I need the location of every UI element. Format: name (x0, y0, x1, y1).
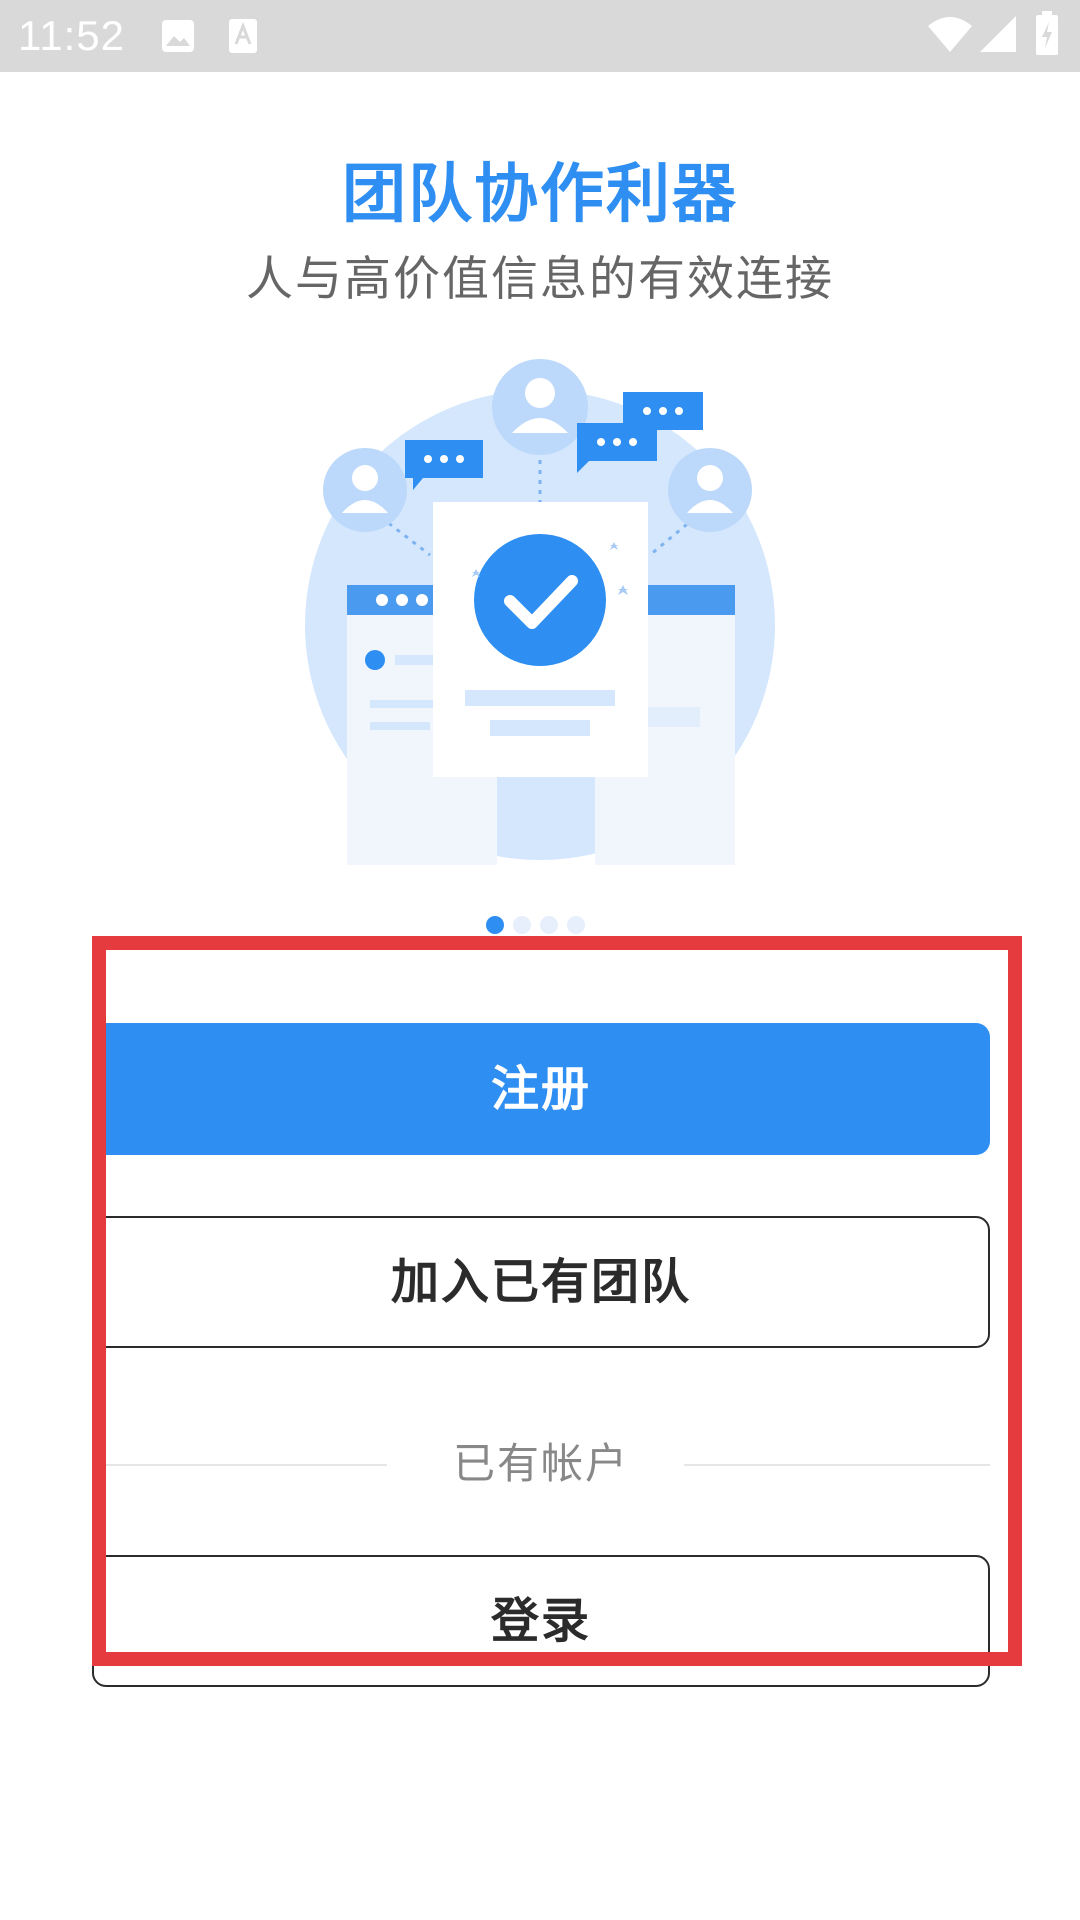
page-subtitle: 人与高价值信息的有效连接 (246, 252, 834, 307)
image-icon (162, 20, 194, 52)
status-time: 11:52 (18, 12, 125, 59)
login-button[interactable]: 登录 (92, 1555, 990, 1687)
page-dot[interactable] (540, 916, 558, 934)
page-indicator (0, 916, 1080, 934)
join-team-button[interactable]: 加入已有团队 (92, 1216, 990, 1348)
register-button[interactable]: 注册 (92, 1023, 990, 1155)
wifi-icon (928, 17, 972, 52)
status-bar: 11:52 (0, 0, 1080, 72)
team-collaboration-illustration (305, 359, 775, 865)
cell-signal-icon (980, 16, 1016, 52)
divider-line (684, 1464, 990, 1466)
existing-account-divider: 已有帐户 (92, 1434, 990, 1494)
font-icon (229, 19, 257, 53)
battery-charging-icon (1036, 11, 1058, 55)
page-dot[interactable] (567, 916, 585, 934)
page-dot[interactable] (513, 916, 531, 934)
page-dot[interactable] (486, 916, 504, 934)
page-title: 团队协作利器 (342, 158, 738, 232)
